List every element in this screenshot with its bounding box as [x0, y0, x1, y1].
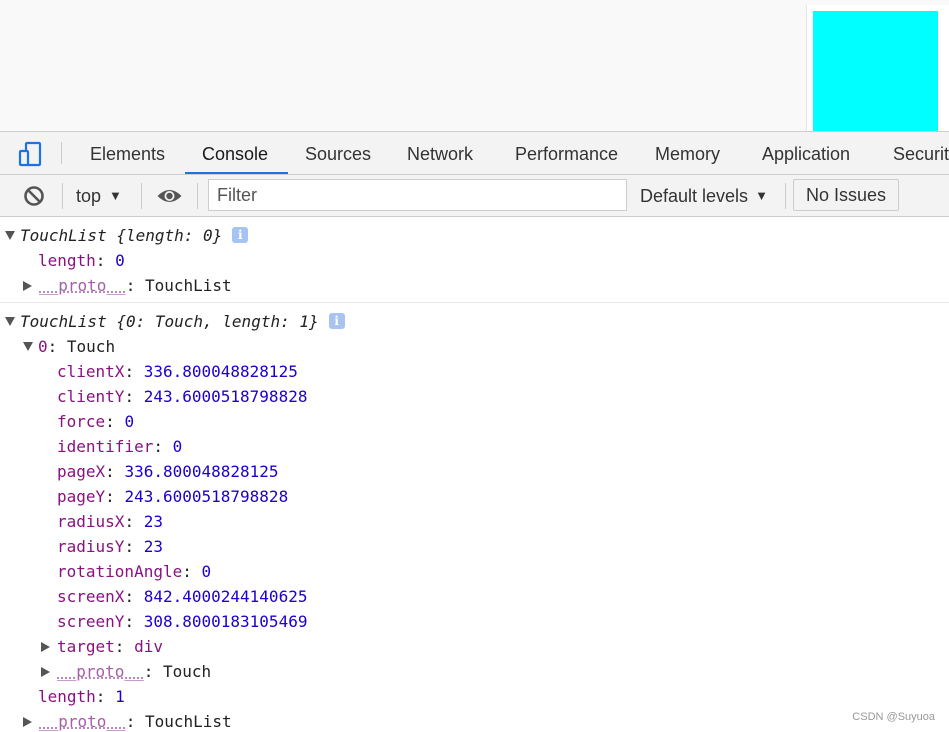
info-icon[interactable]: i — [232, 227, 249, 243]
context-label: top — [76, 186, 102, 206]
console-output: TouchList {length: 0} i length: 0 __proto… — [0, 217, 949, 732]
property-row: pageX: 336.800048828125 — [57, 462, 279, 481]
tab-application[interactable]: Application — [762, 132, 850, 174]
eye-icon[interactable] — [156, 186, 183, 206]
device-toolbar-icon[interactable] — [18, 141, 44, 167]
cyan-square[interactable] — [813, 11, 938, 131]
property-row: radiusY: 23 — [57, 537, 163, 556]
watermark: CSDN @Suyuoa — [852, 711, 935, 723]
object-summary[interactable]: TouchList {0: Touch, length: 1} i — [5, 309, 345, 334]
issues-button[interactable]: No Issues — [793, 179, 899, 211]
property-row: pageY: 243.6000518798828 — [57, 487, 289, 506]
object-summary[interactable]: TouchList {length: 0} i — [5, 223, 249, 248]
collapse-triangle-icon[interactable] — [41, 642, 50, 652]
tab-security[interactable]: Securit — [893, 132, 949, 174]
console-toolbar: top ▼ Default levels ▼ No Issues — [0, 175, 949, 217]
expand-triangle-icon[interactable] — [23, 342, 33, 351]
toolbar-separator — [785, 183, 786, 209]
property-row: force: 0 — [57, 412, 135, 431]
toolbar-separator — [141, 183, 142, 209]
target-row[interactable]: target: div — [41, 634, 163, 659]
caret-down-icon: ▼ — [109, 188, 122, 203]
property-row: rotationAngle: 0 — [57, 562, 212, 581]
tab-sources[interactable]: Sources — [305, 132, 371, 174]
levels-label: Default levels — [640, 186, 749, 206]
property-row: length: 1 — [38, 687, 125, 706]
context-selector[interactable]: top ▼ — [76, 175, 122, 216]
caret-down-icon: ▼ — [755, 188, 768, 203]
collapse-triangle-icon[interactable] — [23, 281, 32, 291]
property-row: screenY: 308.8000183105469 — [57, 612, 308, 631]
filter-input[interactable] — [208, 179, 627, 211]
page-preview — [0, 0, 949, 131]
clear-console-icon[interactable] — [22, 184, 46, 208]
expand-triangle-icon[interactable] — [5, 231, 15, 240]
toolbar-separator — [197, 183, 198, 209]
proto-row[interactable]: __proto__: Touch — [41, 659, 211, 684]
tab-memory[interactable]: Memory — [655, 132, 720, 174]
devtools-tabbar: Elements Console Sources Network Perform… — [0, 131, 949, 175]
collapse-triangle-icon[interactable] — [23, 717, 32, 727]
proto-row[interactable]: __proto__: TouchList — [23, 709, 232, 732]
tab-network[interactable]: Network — [407, 132, 473, 174]
collapse-triangle-icon[interactable] — [41, 667, 50, 677]
log-levels-dropdown[interactable]: Default levels ▼ — [640, 175, 768, 216]
property-row: clientX: 336.800048828125 — [57, 362, 298, 381]
active-tab-indicator — [185, 172, 288, 174]
toolbar-separator — [62, 183, 63, 209]
property-row: screenX: 842.4000244140625 — [57, 587, 308, 606]
tab-console[interactable]: Console — [202, 132, 268, 174]
expand-triangle-icon[interactable] — [5, 317, 15, 326]
property-row: clientY: 243.6000518798828 — [57, 387, 308, 406]
proto-row[interactable]: __proto__: TouchList — [23, 273, 232, 298]
console-message: TouchList {length: 0} i length: 0 __proto… — [0, 217, 949, 303]
tab-elements[interactable]: Elements — [90, 132, 165, 174]
property-row: length: 0 — [38, 251, 125, 270]
property-row: identifier: 0 — [57, 437, 183, 456]
info-icon[interactable]: i — [328, 313, 345, 329]
tabbar-separator — [61, 142, 62, 164]
touch-target-div[interactable] — [806, 5, 949, 131]
tab-performance[interactable]: Performance — [515, 132, 618, 174]
touch-item-row[interactable]: 0: Touch — [23, 334, 115, 359]
property-row: radiusX: 23 — [57, 512, 163, 531]
